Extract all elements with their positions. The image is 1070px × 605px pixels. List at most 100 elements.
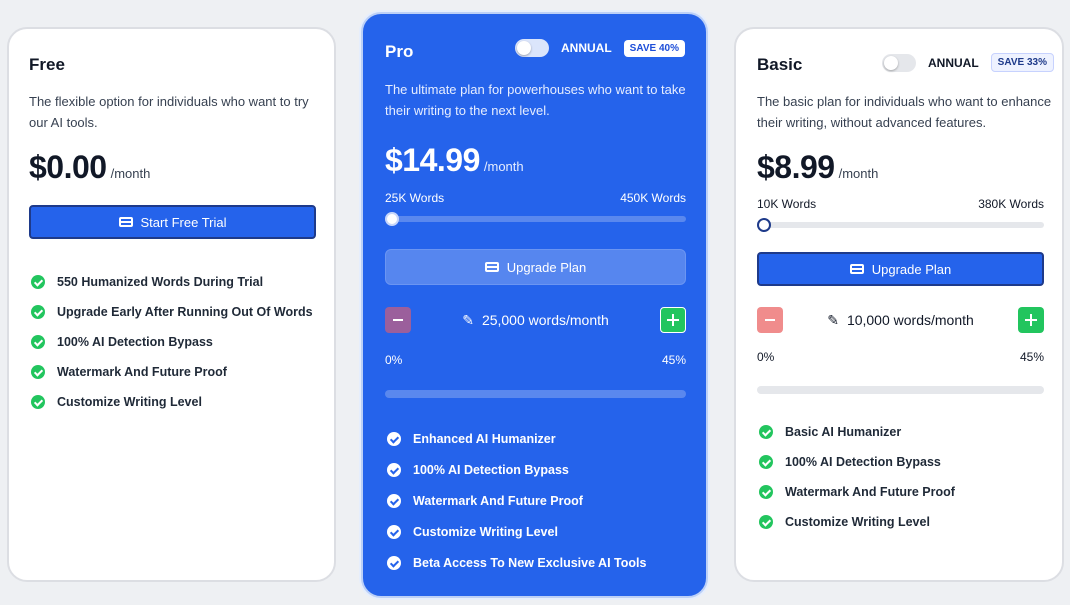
max-words-label: 450K Words (620, 191, 686, 205)
annual-toggle[interactable] (515, 39, 549, 57)
word-slider-track[interactable] (385, 212, 686, 226)
decrement-words-button[interactable] (385, 307, 411, 333)
plan-title: Basic (757, 55, 803, 74)
usage-end-label: 45% (1019, 350, 1044, 364)
check-circle-icon (759, 425, 773, 439)
max-words-label: 380K Words (978, 197, 1044, 211)
feature-item: Upgrade Early After Running Out Of Words (31, 305, 313, 319)
increment-words-button[interactable] (1018, 307, 1044, 333)
annual-label: ANNUAL (561, 41, 612, 55)
feature-label: Watermark And Future Proof (413, 494, 583, 508)
credit-card-icon (849, 264, 864, 274)
check-circle-icon (387, 494, 401, 508)
upgrade-plan-button[interactable]: Upgrade Plan (757, 252, 1044, 286)
toggle-knob (517, 41, 531, 55)
feature-item: 100% AI Detection Bypass (387, 463, 646, 477)
plus-icon (667, 314, 679, 326)
check-circle-icon (387, 463, 401, 477)
word-stepper: ✎ 25,000 words/month (385, 307, 686, 333)
feature-label: Customize Writing Level (57, 395, 202, 409)
toggle-knob (884, 55, 898, 70)
min-words-label: 10K Words (757, 197, 817, 211)
check-circle-icon (387, 432, 401, 446)
check-circle-icon (759, 455, 773, 469)
increment-words-button[interactable] (660, 307, 686, 333)
word-slider-track[interactable] (757, 218, 1044, 232)
decrement-words-button[interactable] (757, 307, 783, 333)
words-per-month-value: 25,000 words/month (481, 312, 609, 328)
feature-label: Upgrade Early After Running Out Of Words (57, 305, 313, 319)
annual-label: ANNUAL (928, 55, 979, 70)
plan-card-basic: Basic ANNUAL SAVE 33% The basic plan for… (734, 27, 1064, 582)
min-words-label: 25K Words (385, 191, 445, 205)
save-badge: SAVE 40% (623, 39, 685, 57)
upgrade-plan-button[interactable]: Upgrade Plan (385, 249, 686, 285)
check-circle-icon (31, 335, 45, 349)
feature-item: 100% AI Detection Bypass (759, 455, 955, 469)
feature-label: Customize Writing Level (785, 515, 930, 529)
minus-icon (765, 319, 775, 321)
usage-progress-bar (385, 390, 686, 398)
word-slider-thumb[interactable] (757, 218, 771, 232)
feature-item: Customize Writing Level (759, 515, 955, 529)
button-label: Upgrade Plan (871, 261, 952, 277)
feature-item: Customize Writing Level (31, 395, 313, 409)
words-per-month: ✎ 25,000 words/month (462, 312, 609, 329)
plan-card-free: Free The flexible option for individuals… (7, 27, 336, 582)
feature-label: Basic AI Humanizer (785, 425, 902, 439)
plus-icon (1025, 314, 1037, 326)
price-period: /month (483, 159, 524, 174)
feature-label: Watermark And Future Proof (785, 485, 955, 499)
feature-item: Watermark And Future Proof (759, 485, 955, 499)
feature-label: 100% AI Detection Bypass (57, 335, 213, 349)
check-circle-icon (387, 556, 401, 570)
button-label: Start Free Trial (140, 214, 227, 230)
feature-item: Beta Access To New Exclusive AI Tools (387, 556, 646, 570)
feature-label: 550 Humanized Words During Trial (57, 275, 264, 289)
usage-percent-row: 0% 45% (757, 350, 1044, 364)
plan-title: Pro (385, 42, 414, 61)
plan-price: $14.99 (385, 142, 480, 178)
feature-label: Enhanced AI Humanizer (413, 432, 556, 446)
check-circle-icon (31, 365, 45, 379)
annual-billing-row: ANNUAL SAVE 33% (882, 53, 1054, 72)
annual-billing-row: ANNUAL SAVE 40% (515, 39, 685, 57)
word-range-labels: 10K Words 380K Words (757, 197, 1044, 211)
check-circle-icon (31, 395, 45, 409)
pencil-icon: ✎ (827, 311, 839, 328)
feature-item: 550 Humanized Words During Trial (31, 275, 313, 289)
price-block: $8.99 /month (757, 149, 878, 186)
word-slider-thumb[interactable] (385, 212, 399, 226)
feature-label: Beta Access To New Exclusive AI Tools (413, 556, 647, 570)
usage-start-label: 0% (385, 353, 403, 367)
pencil-icon: ✎ (462, 311, 474, 328)
feature-item: Customize Writing Level (387, 525, 646, 539)
words-per-month: ✎ 10,000 words/month (827, 312, 974, 329)
feature-list: 550 Humanized Words During Trial Upgrade… (31, 275, 313, 409)
feature-item: 100% AI Detection Bypass (31, 335, 313, 349)
feature-item: Watermark And Future Proof (31, 365, 313, 379)
check-circle-icon (31, 275, 45, 289)
credit-card-icon (484, 262, 499, 272)
word-range-labels: 25K Words 450K Words (385, 191, 686, 205)
feature-item: Watermark And Future Proof (387, 494, 646, 508)
plan-description: The ultimate plan for powerhouses who wa… (385, 82, 686, 118)
credit-card-icon (118, 217, 133, 227)
feature-list: Enhanced AI Humanizer 100% AI Detection … (387, 432, 646, 570)
start-free-trial-button[interactable]: Start Free Trial (29, 205, 316, 239)
annual-toggle[interactable] (882, 53, 916, 72)
save-badge: SAVE 33% (990, 53, 1054, 72)
plan-description: The flexible option for individuals who … (29, 94, 309, 130)
feature-label: 100% AI Detection Bypass (785, 455, 941, 469)
usage-start-label: 0% (757, 350, 775, 364)
price-block: $14.99 /month (385, 142, 524, 179)
price-block: $0.00 /month (29, 149, 150, 186)
feature-item: Enhanced AI Humanizer (387, 432, 646, 446)
price-period: /month (838, 166, 879, 181)
words-per-month-value: 10,000 words/month (846, 312, 974, 328)
usage-end-label: 45% (661, 353, 686, 367)
plan-price: $0.00 (29, 149, 107, 185)
check-circle-icon (31, 305, 45, 319)
usage-progress-bar (757, 386, 1044, 394)
plan-description: The basic plan for individuals who want … (757, 94, 1052, 130)
